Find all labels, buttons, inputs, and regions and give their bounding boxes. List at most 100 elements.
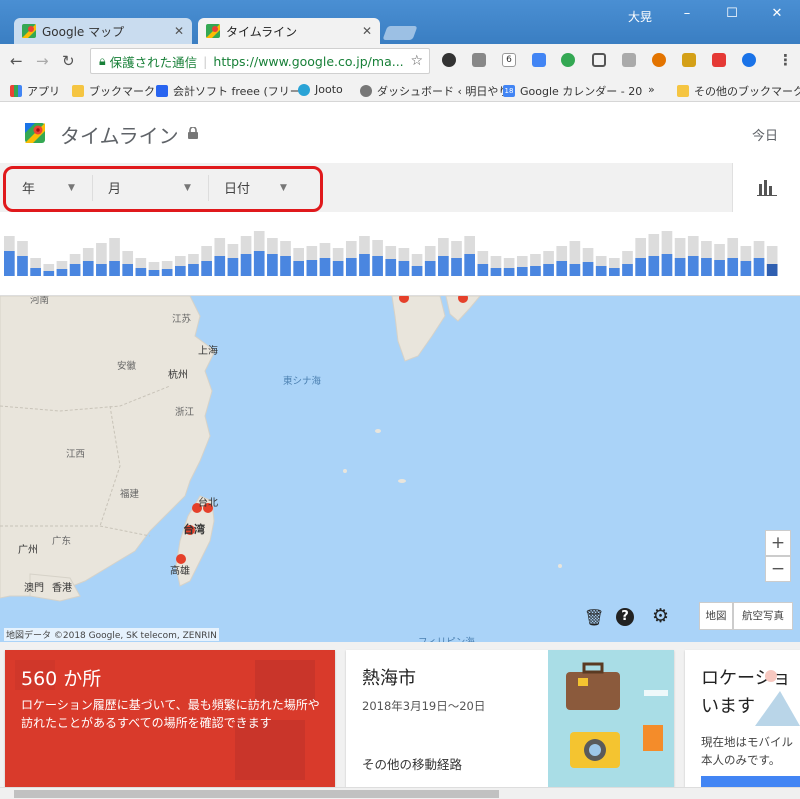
histogram-bar-filled[interactable] — [424, 261, 436, 276]
histogram-bar-filled[interactable] — [727, 258, 739, 276]
bookmark-other[interactable]: その他のブックマーク — [677, 83, 800, 99]
histogram-bar-filled[interactable] — [345, 258, 357, 276]
histogram-bar-filled[interactable] — [96, 264, 107, 276]
histogram-bar-filled[interactable] — [43, 271, 55, 276]
help-icon[interactable]: ? — [616, 608, 634, 626]
histogram-bar-filled[interactable] — [267, 254, 278, 276]
histogram-bar-filled[interactable] — [135, 268, 147, 276]
location-settings-card[interactable]: ロケーショ います 現在地はモバイル 本人のみです。 — [685, 650, 800, 787]
histogram-bar-filled[interactable] — [306, 260, 318, 276]
bookmark-jooto[interactable]: Jooto — [298, 83, 343, 96]
histogram-bar-filled[interactable] — [253, 251, 265, 276]
histogram-bar-filled[interactable] — [109, 261, 120, 276]
histogram-bar-filled[interactable] — [359, 254, 370, 276]
extension-icon[interactable] — [622, 53, 636, 67]
histogram-bar-filled[interactable] — [280, 256, 291, 276]
histogram-bar-filled[interactable] — [503, 268, 515, 276]
histogram-bar-filled[interactable] — [464, 254, 475, 276]
map-area[interactable]: 河南 江苏 上海 安徽 杭州 浙江 江西 福建 東シナ海 台北 台湾 高雄 广州… — [0, 296, 800, 642]
today-button[interactable]: 今日 — [752, 125, 778, 144]
histogram-bar-filled[interactable] — [293, 261, 305, 276]
histogram-bar-filled[interactable] — [240, 254, 252, 276]
cast-icon[interactable] — [592, 53, 606, 67]
histogram-bar-filled[interactable] — [438, 256, 449, 276]
histogram-bar-filled[interactable] — [451, 258, 462, 276]
histogram-bar-filled[interactable] — [740, 261, 752, 276]
trip-card[interactable]: 熱海市 2018年3月19日～20日 その他の移動経路 — [346, 650, 674, 787]
histogram-bar-filled[interactable] — [569, 264, 581, 276]
histogram-bar-filled[interactable] — [188, 264, 199, 276]
map-type-map-button[interactable]: 地図 — [699, 602, 733, 630]
extension-icon[interactable] — [742, 53, 756, 67]
histogram-bar-filled[interactable] — [582, 262, 594, 276]
histogram-bar-filled[interactable] — [82, 261, 94, 276]
histogram-bar-filled[interactable] — [56, 269, 68, 276]
bookmark-folder[interactable]: ブックマーク — [72, 83, 155, 99]
histogram-bar-filled[interactable] — [490, 268, 502, 276]
histogram-bar-filled[interactable] — [201, 261, 212, 276]
minimize-button[interactable]: – — [672, 6, 702, 21]
extension-icon[interactable] — [652, 53, 666, 67]
histogram-bar-filled[interactable] — [635, 258, 646, 276]
trash-icon[interactable]: 🗑︎ — [584, 608, 604, 627]
histogram-bar-filled[interactable] — [148, 270, 160, 276]
close-window-button[interactable]: ✕ — [762, 6, 792, 21]
profile-name[interactable]: 大晃 — [628, 8, 652, 25]
histogram-bar-filled[interactable] — [753, 258, 765, 276]
histogram-bar-filled[interactable] — [319, 258, 331, 276]
evernote-icon[interactable] — [442, 53, 456, 67]
histogram-bar-filled[interactable] — [174, 266, 186, 276]
extension-badge-icon[interactable]: 6 — [502, 53, 516, 67]
histogram-bar-filled[interactable] — [543, 264, 554, 276]
new-tab-button[interactable] — [382, 26, 418, 40]
histogram-bar-filled[interactable] — [648, 256, 660, 276]
histogram-bar-filled[interactable] — [595, 266, 607, 276]
histogram-bar-filled[interactable] — [530, 266, 541, 276]
zoom-in-button[interactable]: + — [765, 530, 791, 556]
histogram-bar-filled[interactable] — [332, 261, 344, 276]
histogram-bar-filled[interactable] — [701, 258, 712, 276]
histogram-bar-filled[interactable] — [556, 261, 568, 276]
extension-icon[interactable] — [472, 53, 486, 67]
histogram-bar-filled[interactable] — [674, 258, 686, 276]
histogram-bar-filled[interactable] — [161, 269, 173, 276]
scrollbar-thumb[interactable] — [14, 790, 499, 798]
histogram-bar-filled[interactable] — [227, 258, 239, 276]
places-card[interactable]: 560 か所 ロケーション履歴に基づいて、最も頻繁に訪れた場所や訪れたことがある… — [5, 650, 335, 787]
histogram-bar-filled[interactable] — [622, 264, 633, 276]
horizontal-scrollbar[interactable] — [0, 787, 800, 799]
bookmark-freee[interactable]: 会計ソフト freee (フリー — [156, 83, 301, 99]
chat-icon[interactable] — [532, 53, 546, 67]
histogram-bar-filled[interactable] — [477, 264, 489, 276]
histogram-bar-filled[interactable] — [687, 256, 699, 276]
histogram-bar-filled[interactable] — [17, 256, 28, 276]
histogram-bar-filled[interactable] — [30, 268, 41, 276]
histogram-bar-filled[interactable] — [4, 251, 15, 276]
maximize-button[interactable]: ☐ — [717, 6, 747, 21]
histogram-bar-filled[interactable] — [372, 256, 383, 276]
histogram-bar-filled[interactable] — [69, 264, 81, 276]
back-icon[interactable]: ← — [10, 52, 23, 70]
close-tab-icon[interactable]: ✕ — [174, 24, 184, 38]
zoom-out-button[interactable]: − — [765, 556, 791, 582]
histogram-bar-filled[interactable] — [516, 267, 528, 276]
histogram-bar-filled[interactable] — [766, 264, 778, 276]
histogram-bar-filled[interactable] — [385, 259, 397, 276]
reload-icon[interactable]: ↻ — [62, 52, 75, 70]
tab-google-maps[interactable]: Google マップ ✕ — [14, 18, 192, 44]
histogram-bar-filled[interactable] — [411, 266, 423, 276]
histogram-bar-filled[interactable] — [609, 268, 620, 276]
histogram-bar-filled[interactable] — [714, 260, 725, 276]
histogram-bar-filled[interactable] — [122, 264, 134, 276]
extension-icon[interactable] — [712, 53, 726, 67]
yen-icon[interactable] — [682, 53, 696, 67]
histogram-bar-filled[interactable] — [214, 256, 226, 276]
tab-timeline[interactable]: タイムライン ✕ — [198, 18, 380, 44]
bookmark-star-icon[interactable]: ☆ — [410, 53, 423, 69]
histogram-bar-filled[interactable] — [661, 254, 673, 276]
menu-icon[interactable]: ⋮ — [778, 51, 793, 69]
map-type-aerial-button[interactable]: 航空写真 — [733, 602, 793, 630]
address-bar[interactable]: 🔒︎ 保護された通信 | https://www.google.co.jp/ma… — [90, 48, 430, 74]
settings-gear-icon[interactable]: ⚙ — [652, 605, 669, 627]
more-bookmarks[interactable]: » — [648, 83, 655, 96]
